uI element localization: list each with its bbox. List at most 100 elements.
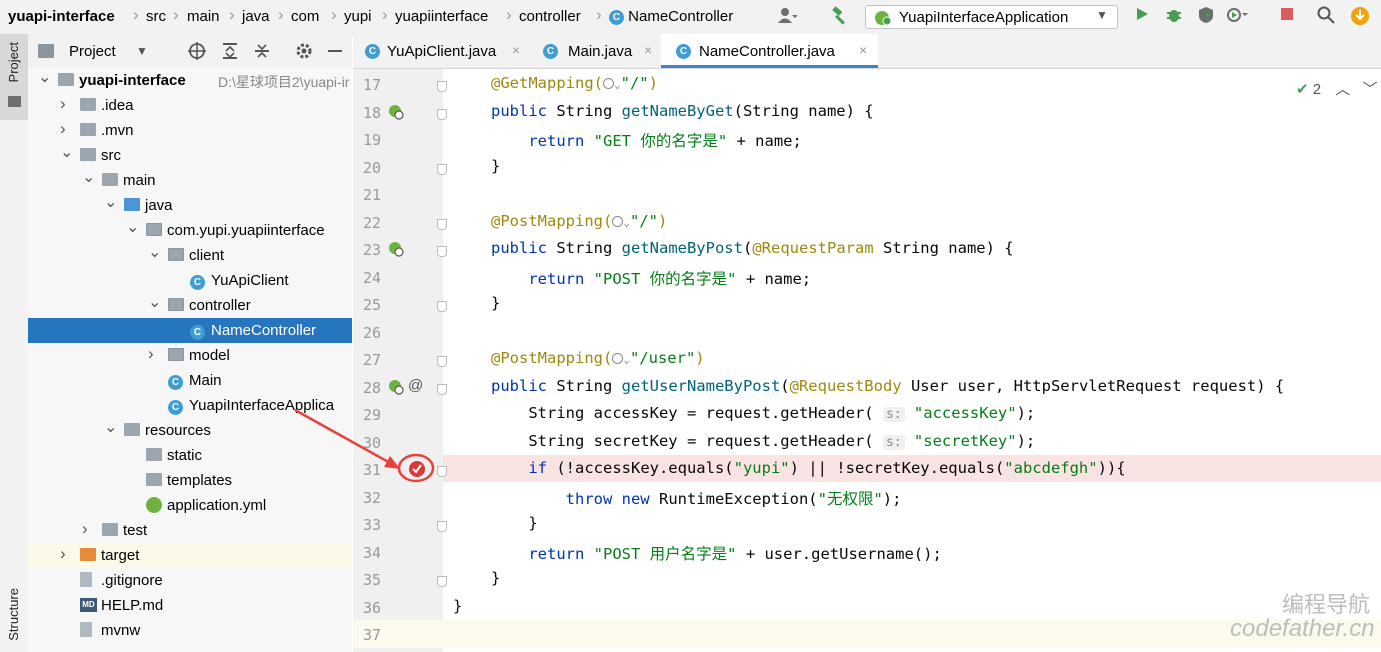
run-configuration-select[interactable]: YuapiInterfaceApplication ▼ [865,5,1118,29]
chevron-down-icon[interactable]: ﹀ [1362,81,1377,98]
inspection-widget[interactable]: ✔ 2 ︿ ﹀ [1296,78,1377,99]
web-endpoint-icon[interactable] [388,104,404,120]
chevron-right-icon[interactable]: › [148,344,154,364]
chevron-down-icon[interactable]: ⌄ [104,192,117,212]
minimize-icon[interactable] [328,50,342,52]
expand-all-icon[interactable] [221,42,239,64]
package-icon [168,248,184,261]
stop-icon[interactable] [1276,6,1298,28]
gear-icon[interactable] [295,42,313,64]
fold-marker[interactable] [437,108,447,120]
fold-marker[interactable] [437,246,447,257]
tree-item[interactable]: ⌄ yuapi-interface D:\星球项目2\yuapi-ir [28,68,352,93]
line-number: 36 [362,598,381,617]
code-token: String name) { [882,239,1014,257]
close-icon[interactable]: × [512,42,520,58]
tree-item[interactable]: application.yml [28,493,352,518]
fold-marker[interactable] [437,356,447,367]
breadcrumb-file[interactable]: C NameController [609,8,733,25]
tree-item[interactable]: mvnw [28,618,352,643]
chevron-down-icon[interactable]: ⌄ [148,242,161,262]
fold-marker[interactable] [437,521,447,532]
chevron-right-icon[interactable]: › [60,119,66,139]
breadcrumb-src[interactable]: src [146,8,166,25]
tree-item-label: java [145,197,173,214]
fold-marker[interactable] [437,163,447,175]
code-line: public String getNameByGet(String name) … [491,102,874,120]
breadcrumb-main[interactable]: main [187,8,220,25]
breadcrumb-yuapiinterface[interactable]: yuapiinterface [395,8,488,25]
tree-item[interactable]: ⌄ java [28,193,352,218]
tree-item[interactable]: › target [28,543,352,568]
coverage-icon[interactable] [1195,6,1217,28]
chevron-down-icon[interactable]: ⌄ [104,417,117,437]
chevron-down-icon[interactable]: ⌄ [60,142,73,162]
annotation-marker-icon[interactable]: @ [408,377,423,394]
tree-item-label: YuApiClient [211,272,289,289]
profile-icon[interactable] [1226,6,1248,28]
tab-label: Main.java [568,43,633,60]
locate-icon[interactable] [188,42,206,64]
collapse-all-icon[interactable] [253,42,271,64]
web-endpoint-icon[interactable] [388,241,404,257]
tree-item[interactable]: › .mvn [28,118,352,143]
breadcrumb-com[interactable]: com [291,8,319,25]
tab-yuapiclient[interactable]: C YuApiClient.java × [353,34,530,68]
chevron-down-icon[interactable]: ▼ [136,44,148,58]
close-icon[interactable]: × [859,42,867,58]
code-token: String [556,376,622,395]
breadcrumb-yupi[interactable]: yupi [344,8,372,25]
tree-item[interactable]: › model [28,343,352,368]
tree-item[interactable]: C YuApiClient [28,268,352,293]
chevron-down-icon[interactable]: ⌄ [82,167,95,187]
line-number: 17 [362,76,381,94]
tool-window-strip: Project Structure [0,34,29,652]
build-hammer-icon[interactable] [829,6,851,28]
code-token: } [491,514,538,532]
structure-tool-button[interactable]: Structure [0,582,28,652]
chevron-down-icon[interactable]: ⌄ [38,68,51,87]
chevron-right-icon[interactable]: › [82,519,88,539]
tab-main[interactable]: C Main.java × [530,34,661,68]
tree-item[interactable]: ⌄ com.yupi.yuapiinterface [28,218,352,243]
tree-item[interactable]: .gitignore [28,568,352,593]
debug-icon[interactable] [1163,6,1185,28]
fold-marker[interactable] [437,383,447,395]
folder-icon [146,473,162,486]
tree-item[interactable]: MD HELP.md [28,593,352,618]
update-icon[interactable] [1349,6,1371,28]
fold-marker[interactable] [437,218,447,230]
breadcrumb-separator: › [331,5,337,24]
chevron-down-icon[interactable]: ⌄ [126,217,139,237]
tree-item[interactable]: C NameController [28,318,352,343]
tree-item[interactable]: › .idea [28,93,352,118]
tree-item[interactable]: C Main [28,368,352,393]
tree-item[interactable]: ⌄ client [28,243,352,268]
close-icon[interactable]: × [644,42,652,58]
run-icon[interactable] [1131,6,1153,28]
tree-item[interactable]: ⌄ src [28,143,352,168]
fold-marker[interactable] [437,301,447,312]
fold-marker[interactable] [437,81,447,92]
chevron-right-icon[interactable]: › [60,94,66,114]
breadcrumb-java[interactable]: java [242,8,270,25]
chevron-down-icon[interactable]: ⌄ [148,292,161,312]
breadcrumb-controller[interactable]: controller [519,8,581,25]
fold-marker[interactable] [437,576,447,587]
tree-item[interactable]: › test [28,518,352,543]
code-token: (String name) { [733,101,874,120]
tree-item-label: client [189,247,225,264]
chevron-up-icon[interactable]: ︿ [1335,81,1350,98]
project-panel-title[interactable]: Project [69,43,116,60]
search-icon[interactable] [1315,6,1337,28]
tree-item[interactable]: ⌄ main [28,168,352,193]
line-number: 34 [362,543,381,562]
tab-namecontroller[interactable]: C NameController.java × [661,34,878,68]
user-icon[interactable] [776,6,798,28]
chevron-right-icon[interactable]: › [60,544,66,564]
breadcrumb-separator: › [278,5,284,24]
tree-item[interactable]: ⌄ controller [28,293,352,318]
web-endpoint-icon[interactable] [388,379,404,395]
breadcrumb-project[interactable]: yuapi-interface [8,8,115,25]
project-tool-button[interactable]: Project [0,34,28,120]
